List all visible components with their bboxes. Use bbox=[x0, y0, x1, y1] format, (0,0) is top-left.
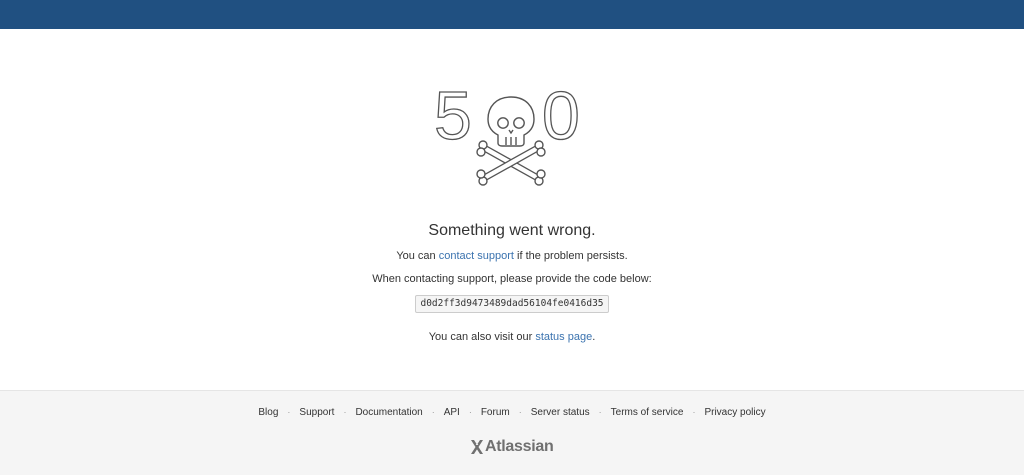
atlassian-logo-icon bbox=[471, 440, 483, 454]
digit-zero: 0 bbox=[542, 81, 580, 154]
error-code: d0d2ff3d9473489dad56104fe0416d35 bbox=[415, 295, 609, 313]
footer-links: Blog · Support · Documentation · API · Forum · Ser… bbox=[0, 407, 1024, 418]
footer-separator: · bbox=[598, 407, 602, 417]
footer-link-server-status[interactable]: Server status bbox=[531, 407, 590, 418]
digit-five: 5 bbox=[434, 81, 472, 154]
status-page-prefix: You can also visit our bbox=[428, 331, 536, 343]
footer: Blog · Support · Documentation · API · Forum · Ser… bbox=[0, 390, 1024, 475]
footer-separator: · bbox=[343, 407, 347, 417]
contact-support-prefix: You can bbox=[396, 250, 439, 262]
atlassian-logo[interactable]: Atlassian bbox=[470, 434, 554, 460]
crossbones bbox=[476, 140, 546, 186]
skull-crossbones-icon: 5 0 bbox=[433, 77, 580, 186]
contact-support-suffix: if the problem persists. bbox=[513, 250, 628, 262]
footer-link-privacy-policy[interactable]: Privacy policy bbox=[704, 407, 765, 418]
error-code-container: d0d2ff3d9473489dad56104fe0416d35 bbox=[0, 293, 1024, 313]
footer-link-terms-of-service[interactable]: Terms of service bbox=[611, 407, 684, 418]
error-500-illustration: 5 0 bbox=[432, 77, 592, 191]
contact-support-line: You can contact support if the problem p… bbox=[0, 250, 1024, 262]
footer-separator: · bbox=[692, 407, 696, 417]
footer-separator: · bbox=[468, 407, 472, 417]
footer-separator: · bbox=[431, 407, 435, 417]
atlassian-logo-text: Atlassian bbox=[485, 438, 554, 455]
status-page-suffix: . bbox=[592, 331, 596, 343]
footer-link-api[interactable]: API bbox=[444, 407, 460, 418]
footer-separator: · bbox=[287, 407, 291, 417]
provide-code-line: When contacting support, please provide … bbox=[372, 273, 652, 285]
error-heading: Something went wrong. bbox=[428, 222, 596, 239]
error-content: 5 0 Something went wrong. You can contac… bbox=[0, 29, 1024, 390]
footer-separator: · bbox=[518, 407, 522, 417]
footer-link-forum[interactable]: Forum bbox=[481, 407, 510, 418]
contact-support-link[interactable]: contact support bbox=[439, 250, 514, 262]
top-bar bbox=[0, 0, 1024, 29]
footer-link-blog[interactable]: Blog bbox=[258, 407, 278, 418]
skull bbox=[487, 96, 535, 147]
footer-link-documentation[interactable]: Documentation bbox=[355, 407, 422, 418]
status-page-link[interactable]: status page bbox=[535, 331, 592, 343]
status-page-line: You can also visit our status page. bbox=[0, 331, 1024, 343]
footer-link-support[interactable]: Support bbox=[299, 407, 334, 418]
